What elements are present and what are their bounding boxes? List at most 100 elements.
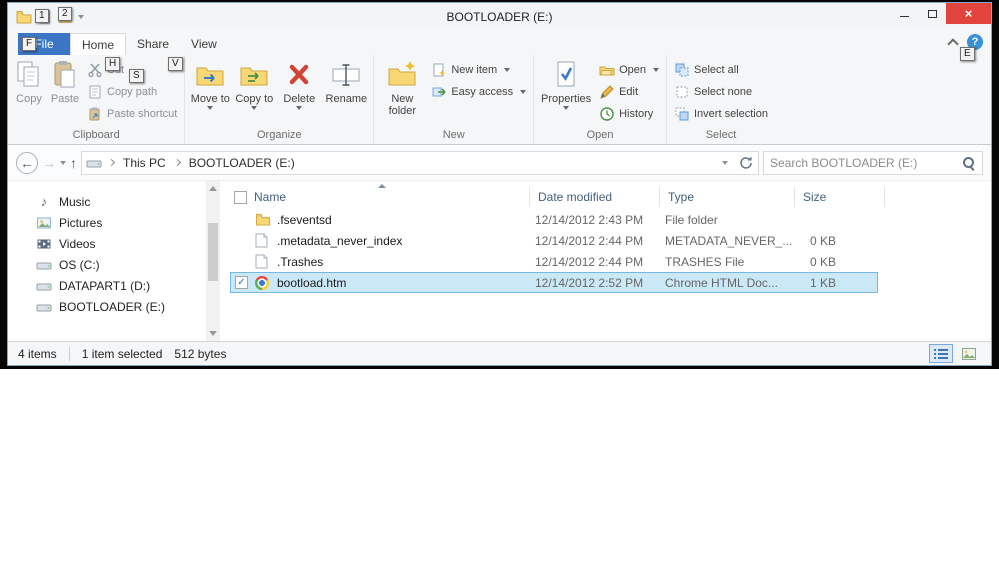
keytip-2: 2 xyxy=(58,7,72,21)
history-icon xyxy=(600,107,614,121)
column-header-type[interactable]: Type xyxy=(660,187,795,207)
column-header-date[interactable]: Date modified xyxy=(530,187,660,207)
explorer-icon xyxy=(16,10,32,24)
close-button[interactable]: × xyxy=(946,3,991,24)
search-box[interactable]: Search BOOTLOADER (E:) xyxy=(763,150,983,175)
explorer-window: 1 2 F H S V E BOOTLOADER (E:) × File Hom… xyxy=(7,2,992,366)
search-input[interactable]: Search BOOTLOADER (E:) xyxy=(770,156,962,170)
copy-to-icon xyxy=(240,67,268,86)
column-headers: Name Date modified Type Size xyxy=(230,184,991,209)
scroll-down-icon[interactable] xyxy=(209,331,217,336)
address-dropdown-icon[interactable] xyxy=(722,160,728,165)
sidebar-scrollbar[interactable] xyxy=(206,181,220,341)
tab-view[interactable]: View xyxy=(180,33,228,55)
history-button[interactable]: History xyxy=(595,103,663,125)
sidebar-item-os-c[interactable]: OS (C:) xyxy=(8,254,206,275)
paste-shortcut-icon xyxy=(89,107,100,121)
file-row-fseventsd[interactable]: .fseventsd 12/14/2012 2:43 PM File folde… xyxy=(230,209,878,230)
group-label-clipboard: Clipboard xyxy=(72,129,120,141)
maximize-button[interactable] xyxy=(918,3,946,24)
keytip-view: V xyxy=(168,57,183,71)
select-none-button[interactable]: Select none xyxy=(670,81,772,103)
select-all-icon xyxy=(675,63,689,77)
rename-button[interactable]: Rename xyxy=(322,57,370,105)
sidebar-item-bootloader-e[interactable]: BOOTLOADER (E:) xyxy=(8,296,206,317)
ribbon-group-new: New folder New item Easy access New xyxy=(373,55,533,144)
breadcrumb-current[interactable]: BOOTLOADER (E:) xyxy=(187,156,297,170)
up-button[interactable]: ↑ xyxy=(70,155,77,171)
file-row-trashes[interactable]: .Trashes 12/14/2012 2:44 PM TRASHES File… xyxy=(230,251,878,272)
title-bar[interactable]: BOOTLOADER (E:) × xyxy=(8,3,991,30)
paste-shortcut-button[interactable]: Paste shortcut xyxy=(83,103,181,125)
scrollbar-thumb[interactable] xyxy=(208,223,218,281)
refresh-icon[interactable] xyxy=(738,155,754,171)
forward-button[interactable]: → xyxy=(42,155,56,171)
details-view-button[interactable] xyxy=(929,344,953,363)
back-button[interactable]: ← xyxy=(16,151,38,174)
qat-dropdown-icon[interactable] xyxy=(78,14,84,19)
breadcrumb-this-pc[interactable]: This PC xyxy=(121,156,168,170)
tab-share[interactable]: Share xyxy=(126,33,180,55)
drive-icon xyxy=(36,304,52,311)
properties-icon xyxy=(557,61,575,87)
keytip-share: S xyxy=(129,69,144,83)
invert-selection-icon xyxy=(675,107,689,121)
keytip-file: F xyxy=(22,37,37,51)
delete-dropdown-icon xyxy=(296,106,303,110)
new-folder-icon xyxy=(388,61,416,86)
selection-count: 1 item selected xyxy=(81,346,163,361)
copy-to-button[interactable]: Copy to xyxy=(232,57,276,110)
breadcrumb-chevron-icon[interactable] xyxy=(107,158,116,167)
file-row-metadata-never-index[interactable]: .metadata_never_index 12/14/2012 2:44 PM… xyxy=(230,230,878,251)
items-count: 4 items xyxy=(18,346,57,361)
ribbon-group-organize: Move to Copy to Delete Rename Organize xyxy=(184,55,373,144)
select-all-button[interactable]: Select all xyxy=(670,59,772,81)
sidebar-item-music[interactable]: ♪ Music xyxy=(8,191,206,212)
file-row-bootload-htm[interactable]: ✓ bootload.htm 12/14/2012 2:52 PM Chrome… xyxy=(230,272,878,293)
delete-button[interactable]: Delete xyxy=(276,57,322,110)
folder-icon xyxy=(256,213,270,226)
invert-selection-button[interactable]: Invert selection xyxy=(670,103,772,125)
keytip-home: H xyxy=(105,57,121,71)
scroll-up-icon[interactable] xyxy=(209,186,217,191)
search-icon[interactable] xyxy=(962,156,976,170)
sidebar-item-datapart1-d[interactable]: DATAPART1 (D:) xyxy=(8,275,206,296)
row-checkbox-checked[interactable]: ✓ xyxy=(235,276,248,289)
new-folder-button[interactable]: New folder xyxy=(377,57,427,117)
column-header-size[interactable]: Size xyxy=(795,187,885,207)
ribbon-tab-row: File Home Share View ? xyxy=(8,30,991,55)
properties-dropdown-icon xyxy=(563,106,570,110)
location-icon xyxy=(86,160,102,167)
address-bar[interactable]: This PC BOOTLOADER (E:) xyxy=(81,150,759,175)
close-icon: × xyxy=(964,6,973,21)
chrome-icon xyxy=(255,275,269,290)
copy-path-button[interactable]: Copy path xyxy=(83,81,181,103)
recent-locations-icon[interactable] xyxy=(60,160,66,165)
selection-size: 512 bytes xyxy=(174,346,227,361)
new-item-icon xyxy=(433,63,446,77)
sidebar-item-pictures[interactable]: Pictures xyxy=(8,212,206,233)
videos-icon xyxy=(37,239,51,248)
tab-home[interactable]: Home xyxy=(70,33,127,55)
column-header-name[interactable]: Name xyxy=(230,184,530,207)
copy-button[interactable]: Copy xyxy=(11,57,47,105)
move-to-icon xyxy=(196,67,224,86)
minimize-button[interactable] xyxy=(890,3,918,24)
breadcrumb-chevron-icon[interactable] xyxy=(173,158,181,167)
copy-path-icon xyxy=(89,85,101,99)
sidebar-item-videos[interactable]: Videos xyxy=(8,233,206,254)
open-button[interactable]: Open xyxy=(595,59,663,81)
ribbon: Copy Paste Cut Copy path xyxy=(8,55,991,145)
paste-button[interactable]: Paste xyxy=(47,57,83,105)
move-to-button[interactable]: Move to xyxy=(188,57,232,110)
ribbon-collapse-icon[interactable] xyxy=(947,38,959,50)
select-all-checkbox[interactable] xyxy=(234,190,247,204)
edit-button[interactable]: Edit xyxy=(595,81,663,103)
easy-access-button[interactable]: Easy access xyxy=(427,81,530,103)
status-bar: 4 items 1 item selected 512 bytes xyxy=(8,341,991,365)
new-item-button[interactable]: New item xyxy=(427,59,530,81)
navigation-bar: ← → ↑ This PC BOOTLOADER (E:) Search BOO… xyxy=(8,145,991,181)
properties-button[interactable]: Properties xyxy=(537,57,595,110)
thumbnails-view-button[interactable] xyxy=(957,344,981,363)
easy-access-icon xyxy=(432,87,446,97)
